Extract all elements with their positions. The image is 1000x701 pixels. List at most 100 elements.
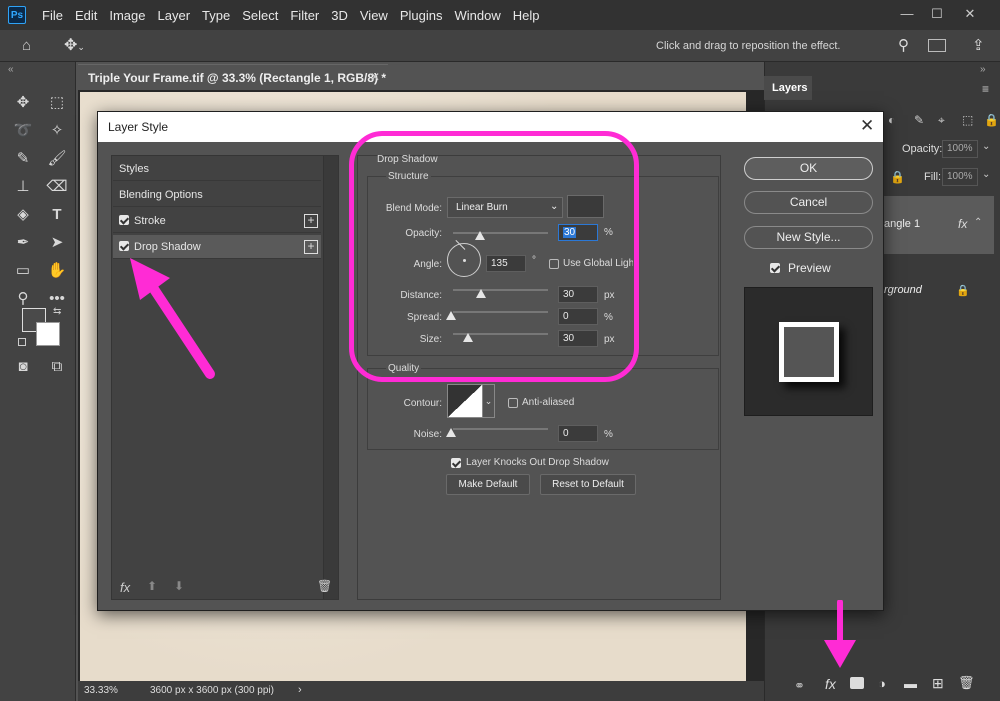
- status-menu-chevron-icon[interactable]: ›: [298, 684, 302, 696]
- hand-icon[interactable]: ✋: [46, 260, 68, 282]
- document-size-info: 3600 px x 3600 px (300 ppi): [150, 685, 274, 696]
- eyedropper-icon[interactable]: ✎: [12, 148, 34, 170]
- knockout-checkbox[interactable]: [451, 458, 461, 468]
- ok-button[interactable]: OK: [744, 157, 873, 180]
- cancel-button[interactable]: Cancel: [744, 191, 873, 214]
- link-layers-icon[interactable]: ⚭: [794, 678, 805, 694]
- maximize-icon[interactable]: ☐: [925, 5, 949, 25]
- styles-list-item-blending-options[interactable]: Blending Options: [113, 183, 321, 207]
- pen-icon[interactable]: ✒: [12, 232, 34, 254]
- layer-row-rectangle[interactable]: angle 1 fx ⌃: [884, 196, 994, 254]
- photoshop-logo-icon[interactable]: Ps: [8, 6, 26, 24]
- dialog-close-icon[interactable]: ✕: [860, 116, 874, 136]
- contour-dropdown-icon[interactable]: ⌄: [483, 384, 495, 418]
- new-layer-icon[interactable]: ⊞: [932, 675, 944, 692]
- eraser-icon[interactable]: ⌫: [46, 176, 68, 198]
- adjustment-layer-icon[interactable]: ◑: [878, 676, 886, 691]
- zoom-icon[interactable]: ⚲: [12, 288, 34, 310]
- layers-panel-tab[interactable]: Layers: [764, 76, 812, 100]
- lock-transparent-icon[interactable]: ◐: [888, 113, 895, 127]
- swap-colors-icon[interactable]: ⇆: [53, 306, 61, 317]
- menu-type[interactable]: Type: [196, 8, 236, 23]
- delete-layer-icon[interactable]: 🗑: [958, 675, 975, 691]
- menu-help[interactable]: Help: [507, 8, 546, 23]
- share-icon[interactable]: ⇪: [972, 36, 990, 54]
- collapse-panels-icon[interactable]: »: [980, 64, 986, 75]
- make-default-button[interactable]: Make Default: [446, 474, 530, 495]
- quick-mask-icon[interactable]: ◙: [12, 356, 34, 378]
- stamp-icon[interactable]: ⊥: [12, 176, 34, 198]
- path-select-icon[interactable]: ➤: [46, 232, 68, 254]
- lock-image-icon[interactable]: ✎: [914, 113, 924, 127]
- brush-icon[interactable]: 🖌: [46, 148, 68, 170]
- default-colors-icon[interactable]: [18, 338, 26, 346]
- lock-artboard-icon[interactable]: ⬚: [962, 113, 973, 127]
- contour-label: Contour:: [403, 398, 442, 409]
- background-color-swatch[interactable]: [36, 322, 60, 346]
- preview-checkbox[interactable]: [770, 263, 780, 273]
- layer-opacity-field[interactable]: 100%: [942, 140, 978, 158]
- menu-view[interactable]: View: [354, 8, 394, 23]
- marquee-icon[interactable]: ⬚: [46, 92, 68, 114]
- reset-to-default-button[interactable]: Reset to Default: [540, 474, 636, 495]
- lock-position-icon[interactable]: ⌖: [938, 113, 945, 128]
- layer-row-background[interactable]: rground 🔒: [884, 272, 994, 310]
- add-drop-shadow-icon[interactable]: +: [304, 240, 318, 254]
- styles-list-scrollbar[interactable]: [323, 156, 338, 599]
- delete-effect-icon[interactable]: 🗑: [317, 579, 332, 593]
- home-icon[interactable]: ⌂: [22, 37, 42, 55]
- noise-slider-track[interactable]: [453, 428, 548, 430]
- noise-slider-thumb[interactable]: [446, 428, 456, 437]
- magic-wand-icon[interactable]: ✧: [46, 120, 68, 142]
- contour-picker[interactable]: [447, 384, 483, 418]
- style-preview-thumbnail: [744, 287, 873, 416]
- menu-select[interactable]: Select: [236, 8, 284, 23]
- lock-icon[interactable]: 🔒: [890, 170, 905, 184]
- new-style-button[interactable]: New Style...: [744, 226, 873, 249]
- anti-aliased-checkbox[interactable]: [508, 398, 518, 408]
- layer-fx-badge[interactable]: fx: [958, 217, 967, 231]
- menu-edit[interactable]: Edit: [69, 8, 103, 23]
- zoom-level[interactable]: 33.33%: [84, 685, 118, 696]
- add-mask-icon[interactable]: [850, 677, 864, 689]
- menu-3d[interactable]: 3D: [325, 8, 354, 23]
- lock-all-icon[interactable]: 🔒: [984, 113, 999, 127]
- menu-plugins[interactable]: Plugins: [394, 8, 449, 23]
- move-down-icon[interactable]: ⬇: [174, 579, 184, 593]
- workspace-icon[interactable]: [928, 39, 946, 52]
- screen-mode-icon[interactable]: ⧉: [46, 356, 68, 378]
- knockout-label: Layer Knocks Out Drop Shadow: [466, 457, 609, 468]
- move-tool-icon[interactable]: ✥⌄: [64, 35, 94, 55]
- styles-list-item-stroke[interactable]: Stroke +: [113, 209, 321, 233]
- fill-dropdown-icon[interactable]: ⌄: [982, 169, 990, 180]
- styles-list-item-styles[interactable]: Styles: [113, 157, 321, 181]
- expand-effects-icon[interactable]: ⌃: [974, 217, 982, 228]
- menu-image[interactable]: Image: [103, 8, 151, 23]
- menu-filter[interactable]: Filter: [284, 8, 325, 23]
- paint-bucket-icon[interactable]: ◈: [12, 204, 34, 226]
- layer-fill-field[interactable]: 100%: [942, 168, 978, 186]
- menu-layer[interactable]: Layer: [152, 8, 197, 23]
- add-layer-style-fx-icon[interactable]: fx: [825, 676, 836, 692]
- tool-panel: « ✥ ⬚ ➰ ✧ ✎ 🖌 ⊥ ⌫ ◈ T ✒ ➤ ▭ ✋ ⚲ ••• ⇆ ◙ …: [0, 62, 76, 701]
- opacity-dropdown-icon[interactable]: ⌄: [982, 141, 990, 152]
- rectangle-icon[interactable]: ▭: [12, 260, 34, 282]
- move-icon[interactable]: ✥: [12, 92, 34, 114]
- lasso-icon[interactable]: ➰: [12, 120, 34, 142]
- add-stroke-icon[interactable]: +: [304, 214, 318, 228]
- noise-input[interactable]: 0: [558, 425, 598, 442]
- close-document-icon[interactable]: ✕: [370, 70, 380, 84]
- move-up-icon[interactable]: ⬆: [147, 579, 157, 593]
- fx-menu-icon[interactable]: fx: [120, 580, 130, 595]
- document-tab[interactable]: Triple Your Frame.tif @ 33.3% (Rectangle…: [78, 64, 388, 90]
- collapse-tools-icon[interactable]: «: [8, 64, 14, 75]
- type-icon[interactable]: T: [46, 204, 68, 226]
- menu-window[interactable]: Window: [448, 8, 506, 23]
- stroke-checkbox[interactable]: [119, 215, 129, 225]
- search-icon[interactable]: ⚲: [898, 36, 916, 54]
- close-window-icon[interactable]: ✕: [958, 5, 982, 25]
- minimize-icon[interactable]: —: [895, 5, 919, 25]
- panel-menu-icon[interactable]: ≡: [982, 82, 989, 96]
- group-folder-icon[interactable]: ▬: [904, 676, 917, 691]
- menu-file[interactable]: File: [36, 8, 69, 23]
